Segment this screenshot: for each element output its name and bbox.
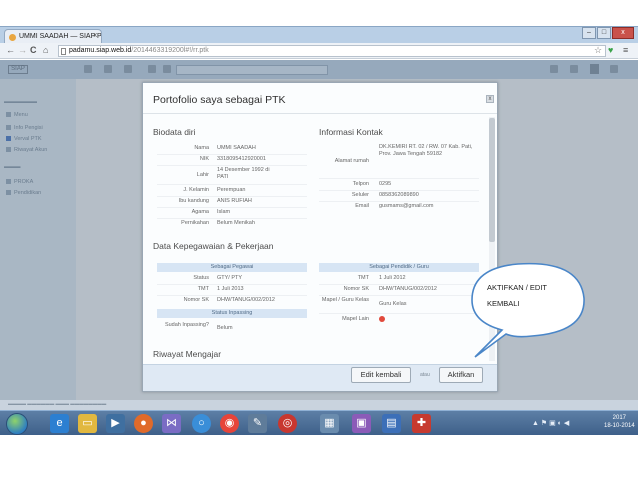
- folder-icon[interactable]: ▭: [78, 414, 97, 433]
- system-tray[interactable]: ▲ ⚑ ▣ ◐ ◀: [532, 419, 569, 427]
- chrome-icon[interactable]: ◉: [220, 414, 239, 433]
- status-strip: ▬▬▬▬ ▬▬▬▬▬▬ ▬▬▬ ▬▬▬▬▬▬▬▬: [0, 400, 638, 410]
- pdf-icon[interactable]: ✚: [412, 414, 431, 433]
- bubble-icon[interactable]: ◎: [278, 414, 297, 433]
- word-icon[interactable]: ▤: [382, 414, 401, 433]
- music-icon[interactable]: ⋈: [162, 414, 181, 433]
- slides-icon[interactable]: ▣: [352, 414, 371, 433]
- annotation-line-1: AKTIFKAN / EDIT: [487, 283, 548, 292]
- clock[interactable]: 2017 18-10-2014: [604, 414, 635, 430]
- taskbar: e ▭ ▶ ● ⋈ ○ ◉ ✎ ◎ ▦ ▣ ▤ ✚ ▲ ⚑ ▣ ◐ ◀ 2017…: [0, 410, 638, 435]
- annotation-line-2: KEMBALI: [487, 299, 520, 308]
- calculator-icon[interactable]: ▦: [320, 414, 339, 433]
- clock-date: 18-10-2014: [604, 423, 635, 429]
- media-icon[interactable]: ▶: [106, 414, 125, 433]
- chrome-alt-icon[interactable]: ○: [192, 414, 211, 433]
- screenshot: UMMI SAADAH — SIAP P x – □ x ← → C ⌂ pad…: [0, 0, 638, 479]
- start-button[interactable]: [6, 413, 28, 435]
- status-text: ▬▬▬▬ ▬▬▬▬▬▬ ▬▬▬ ▬▬▬▬▬▬▬▬: [8, 401, 107, 406]
- internet-explorer-icon[interactable]: e: [50, 414, 69, 433]
- feather-icon[interactable]: ✎: [248, 414, 267, 433]
- firefox-icon[interactable]: ●: [134, 414, 153, 433]
- clock-time: 2017: [612, 415, 627, 421]
